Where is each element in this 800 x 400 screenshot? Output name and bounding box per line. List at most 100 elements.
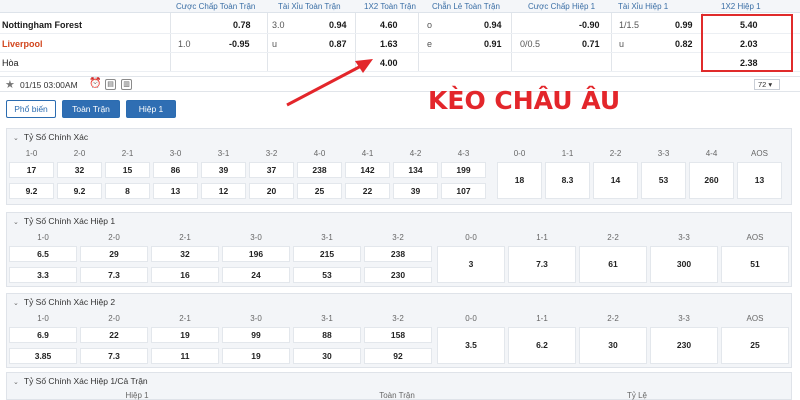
odds-cell[interactable]: 8	[105, 183, 150, 199]
overlay-label: KÈO CHÂU ÂU	[428, 86, 621, 115]
odds-cell[interactable]: 3	[437, 246, 505, 283]
odds-cell[interactable]: 12	[201, 183, 246, 199]
odds-cell[interactable]: 13	[737, 162, 782, 199]
tab-popular[interactable]: Phổ biến	[6, 100, 56, 118]
odds-cell[interactable]: 215	[293, 246, 361, 262]
odds-cell[interactable]: 32	[57, 162, 102, 178]
odds-cell[interactable]: -0.95	[229, 39, 250, 49]
odds-cell[interactable]: 238	[364, 246, 432, 262]
odds-cell[interactable]: 13	[153, 183, 198, 199]
odds-cell[interactable]: 11	[151, 348, 219, 364]
odds-cell[interactable]: 3.5	[437, 327, 505, 364]
star-icon[interactable]: ★	[5, 78, 15, 91]
section-title[interactable]: ⌄ Tỷ Số Chính Xác	[13, 132, 88, 142]
odds-cell[interactable]: 99	[222, 327, 290, 343]
odds-cell[interactable]: 0.78	[233, 20, 251, 30]
odds-cell[interactable]: 4.60	[380, 20, 398, 30]
odds-cell[interactable]: 22	[80, 327, 148, 343]
column-header: 1-1	[536, 233, 548, 242]
column-header: Hiệp 1	[125, 391, 149, 400]
column-header: 3-0	[169, 149, 182, 158]
odds-cell[interactable]: 86	[153, 162, 198, 178]
odds-cell[interactable]: 3.85	[9, 348, 77, 364]
odds-cell[interactable]: 260	[689, 162, 734, 199]
odds-cell[interactable]: 1.63	[380, 39, 398, 49]
odds-cell[interactable]: 39	[393, 183, 438, 199]
odds-cell[interactable]: 0.82	[675, 39, 693, 49]
odds-cell[interactable]: 19	[151, 327, 219, 343]
column-header: 2-2	[607, 314, 619, 323]
line-label: e	[427, 39, 433, 49]
odds-cell[interactable]: 0.87	[329, 39, 347, 49]
column-header: 4-3	[457, 149, 470, 158]
stats-icon[interactable]: ▥	[121, 79, 132, 90]
odds-cell[interactable]: 61	[579, 246, 647, 283]
odds-cell[interactable]: 0.71	[582, 39, 600, 49]
section-title[interactable]: ⌄ Tỷ Số Chính Xác Hiệp 2	[13, 297, 115, 307]
odds-cell[interactable]: 238	[297, 162, 342, 178]
odds-cell[interactable]: 134	[393, 162, 438, 178]
odds-cell[interactable]: 17	[9, 162, 54, 178]
odds-cell[interactable]: 0.94	[329, 20, 347, 30]
column-header: 3-1	[217, 149, 230, 158]
odds-cell[interactable]: 53	[293, 267, 361, 283]
odds-cell[interactable]: 8.3	[545, 162, 590, 199]
odds-cell[interactable]: 92	[364, 348, 432, 364]
header-odd-even-full: Chẵn Lẻ Toàn Trận	[432, 2, 500, 11]
odds-cell[interactable]: 158	[364, 327, 432, 343]
odds-cell[interactable]: 22	[345, 183, 390, 199]
odds-cell[interactable]: 29	[80, 246, 148, 262]
odds-cell[interactable]: 0.91	[484, 39, 502, 49]
odds-cell[interactable]: 300	[650, 246, 718, 283]
odds-cell[interactable]: 107	[441, 183, 486, 199]
odds-cell[interactable]: 53	[641, 162, 686, 199]
odds-cell[interactable]: 15	[105, 162, 150, 178]
odds-cell[interactable]: 37	[249, 162, 294, 178]
odds-cell[interactable]: 30	[579, 327, 647, 364]
odds-cell[interactable]: 9.2	[57, 183, 102, 199]
odds-cell[interactable]: 7.3	[508, 246, 576, 283]
tab-full-match[interactable]: Toàn Trận	[62, 100, 120, 118]
odds-cell[interactable]: 0.94	[484, 20, 502, 30]
column-header: 2-0	[108, 233, 120, 242]
odds-cell[interactable]: 39	[201, 162, 246, 178]
odds-cell[interactable]: 6.2	[508, 327, 576, 364]
odds-cell[interactable]: 16	[151, 267, 219, 283]
odds-cell[interactable]: 230	[364, 267, 432, 283]
section-title-text: Tỷ Số Chính Xác Hiệp 1	[23, 216, 116, 226]
alarm-icon[interactable]: ⏰	[89, 79, 101, 90]
odds-cell[interactable]: 20	[249, 183, 294, 199]
odds-cell[interactable]: 142	[345, 162, 390, 178]
column-header: 4-1	[361, 149, 374, 158]
odds-cell[interactable]: -0.90	[579, 20, 600, 30]
odds-cell[interactable]: 24	[222, 267, 290, 283]
odds-cell[interactable]: 0.99	[675, 20, 693, 30]
odds-cell[interactable]: 7.3	[80, 267, 148, 283]
odds-cell[interactable]: 3.3	[9, 267, 77, 283]
odds-cell[interactable]: 32	[151, 246, 219, 262]
odds-cell[interactable]: 25	[721, 327, 789, 364]
section-title[interactable]: ⌄ Tỷ Số Chính Xác Hiệp 1/Cả Trận	[13, 376, 148, 386]
odds-cell[interactable]: 88	[293, 327, 361, 343]
odds-cell[interactable]: 7.3	[80, 348, 148, 364]
odds-cell[interactable]: 6.5	[9, 246, 77, 262]
section-title[interactable]: ⌄ Tỷ Số Chính Xác Hiệp 1	[13, 216, 115, 226]
column-header: 1-0	[25, 149, 38, 158]
tab-first-half[interactable]: Hiệp 1	[126, 100, 176, 118]
odds-cell[interactable]: 199	[441, 162, 486, 178]
more-markets-select[interactable]: 72 ▾	[754, 79, 780, 90]
odds-cell[interactable]: 4.00	[380, 58, 398, 68]
odds-cell[interactable]: 14	[593, 162, 638, 199]
column-header: 1-1	[561, 149, 574, 158]
odds-cell[interactable]: 9.2	[9, 183, 54, 199]
odds-cell[interactable]: 6.9	[9, 327, 77, 343]
calendar-icon[interactable]: ▤	[105, 79, 116, 90]
odds-cell[interactable]: 196	[222, 246, 290, 262]
odds-cell[interactable]: 30	[293, 348, 361, 364]
odds-cell[interactable]: 51	[721, 246, 789, 283]
odds-cell[interactable]: 25	[297, 183, 342, 199]
column-header: Tỷ Lệ	[626, 391, 647, 400]
odds-cell[interactable]: 19	[222, 348, 290, 364]
odds-cell[interactable]: 18	[497, 162, 542, 199]
odds-cell[interactable]: 230	[650, 327, 718, 364]
